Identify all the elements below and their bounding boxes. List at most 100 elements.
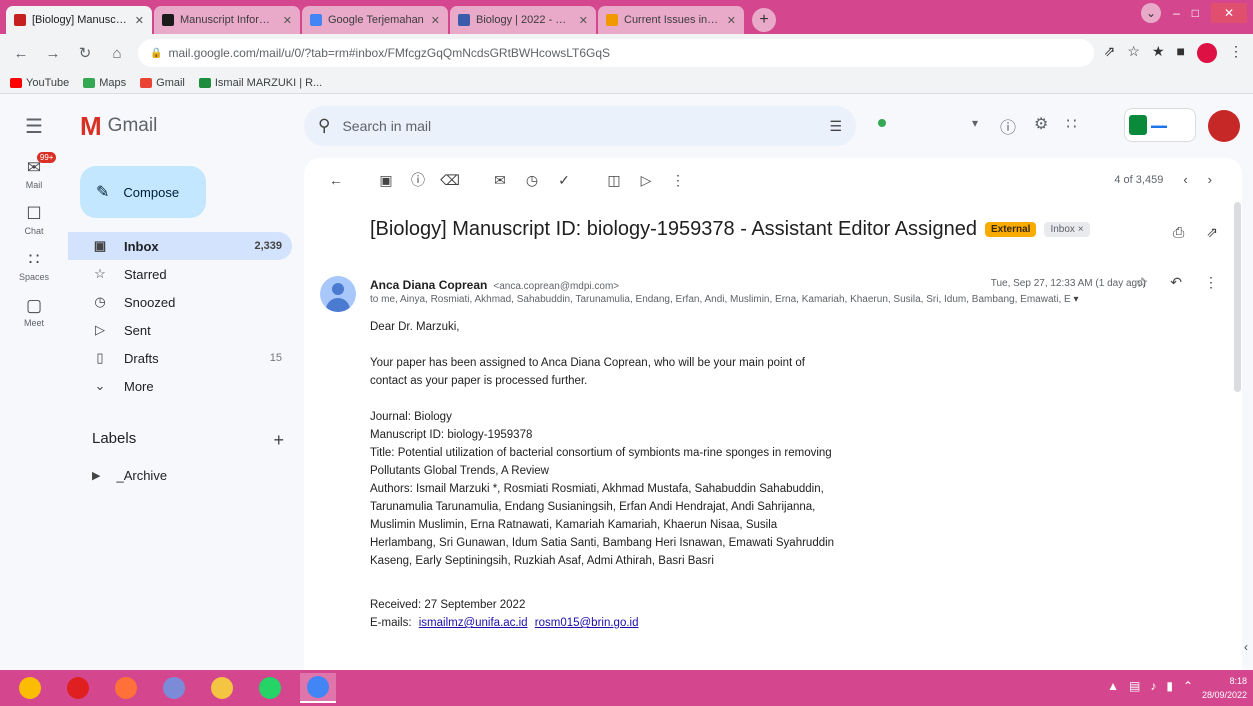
back-icon[interactable]: ← <box>10 45 32 62</box>
taskbar-app[interactable] <box>252 673 288 703</box>
tab-close-icon[interactable]: ✕ <box>283 14 292 27</box>
organization-badge[interactable]: ▬▬ <box>1124 108 1196 142</box>
taskbar-app[interactable] <box>12 673 48 703</box>
maximize-button[interactable]: □ <box>1192 6 1199 20</box>
browser-tab[interactable]: [Biology] Manuscript ID: biolo ✕ <box>6 6 152 34</box>
status-selector[interactable]: ▾ <box>878 116 978 130</box>
report-spam-icon[interactable]: ⓘ <box>402 170 434 190</box>
move-to-icon[interactable]: ◫ <box>598 172 630 189</box>
label-item-archive[interactable]: ▶ _Archive <box>92 468 167 483</box>
extensions-icon[interactable]: ★ <box>1152 43 1165 63</box>
message-more-icon[interactable]: ⋮ <box>1204 274 1218 291</box>
close-window-button[interactable]: ✕ <box>1211 3 1247 23</box>
open-new-window-icon[interactable]: ⇗ <box>1206 224 1218 241</box>
address-bar[interactable]: 🔒 mail.google.com/mail/u/0/?tab=rm#inbox… <box>138 39 1094 67</box>
snooze-icon[interactable]: ◷ <box>516 172 548 189</box>
sidebar: ✎ Compose ▣ Inbox 2,339 ☆ Starred ◷ Snoozed ▷ Se… <box>68 158 300 670</box>
tab-close-icon[interactable]: ✕ <box>431 14 440 27</box>
sidebar-item-drafts[interactable]: ▯ Drafts 15 <box>68 344 292 372</box>
recipients-line[interactable]: to me, Ainya, Rosmiati, Akhmad, Sahabudd… <box>370 294 1160 305</box>
rail-label: Mail <box>25 180 43 190</box>
delete-icon[interactable]: ⌫ <box>434 172 466 189</box>
bookmark-item[interactable]: YouTube <box>10 77 69 89</box>
browser-tab[interactable]: Manuscript Information Over ✕ <box>154 6 300 34</box>
create-label-button[interactable]: + <box>273 430 284 451</box>
browser-tab[interactable]: Biology | 2022 - Browse Issues ✕ <box>450 6 596 34</box>
main-menu-icon[interactable]: ☰ <box>10 114 58 139</box>
search-icon[interactable]: ⚲ <box>318 116 330 136</box>
bookmark-item[interactable]: Ismail MARZUKI | R... <box>198 77 322 89</box>
rail-item-spaces[interactable]: ∷ Spaces <box>0 250 68 282</box>
sender-avatar[interactable] <box>320 276 356 312</box>
warning-icon[interactable]: ▲ <box>1107 679 1119 693</box>
sidebar-item-starred[interactable]: ☆ Starred <box>68 260 292 288</box>
share-icon[interactable]: ⇗ <box>1104 43 1116 63</box>
help-icon[interactable]: ⓘ <box>1000 114 1016 138</box>
new-tab-button[interactable]: + <box>752 8 776 32</box>
sender-name[interactable]: Anca Diana Coprean <box>370 278 487 292</box>
bookmark-favicon-icon <box>10 77 22 88</box>
side-panel-toggle-icon[interactable]: ‹ <box>1244 640 1248 654</box>
browser-tab[interactable]: Google Terjemahan ✕ <box>302 6 448 34</box>
back-to-inbox-icon[interactable]: ← <box>320 172 352 188</box>
reply-icon[interactable]: ↶ <box>1170 274 1182 291</box>
show-details-icon[interactable]: ▾ <box>1074 294 1079 305</box>
email-link-1[interactable]: ismailmz@unifa.ac.id <box>419 617 528 629</box>
settings-gear-icon[interactable]: ⚙ <box>1034 114 1048 138</box>
newer-message-icon[interactable]: ‹ <box>1183 172 1187 187</box>
taskbar-app[interactable] <box>156 673 192 703</box>
battery-icon[interactable]: ▮ <box>1166 679 1173 693</box>
compose-button[interactable]: ✎ Compose <box>80 166 206 218</box>
scrollbar-thumb[interactable] <box>1234 202 1241 392</box>
apps-grid-icon[interactable]: ∷ <box>1066 114 1076 138</box>
sidebar-item-inbox[interactable]: ▣ Inbox 2,339 <box>68 232 292 260</box>
rail-item-meet[interactable]: ▢ Meet <box>0 296 68 328</box>
sidepanel-icon[interactable]: ■ <box>1177 43 1185 63</box>
sidebar-item-snoozed[interactable]: ◷ Snoozed <box>68 288 292 316</box>
sidebar-item-sent[interactable]: ▷ Sent <box>68 316 292 344</box>
browser-tab[interactable]: Current Issues in Molecular B ✕ <box>598 6 744 34</box>
bookmark-favicon-icon <box>83 77 96 88</box>
bookmark-star-icon[interactable]: ☆ <box>1127 43 1140 63</box>
tab-close-icon[interactable]: ✕ <box>727 14 736 27</box>
system-clock[interactable]: 8:18 28/09/2022 <box>1202 674 1247 702</box>
forward-icon[interactable]: → <box>42 45 64 62</box>
taskbar-app[interactable] <box>108 673 144 703</box>
gmail-logo[interactable]: M Gmail <box>80 111 280 142</box>
taskbar-app[interactable] <box>204 673 240 703</box>
browser-menu-icon[interactable]: ⋮ <box>1229 43 1243 63</box>
search-input[interactable]: Search in mail <box>342 118 817 134</box>
older-message-icon[interactable]: › <box>1208 172 1212 187</box>
tab-close-icon[interactable]: ✕ <box>135 14 144 27</box>
network-icon[interactable]: ▤ <box>1129 679 1140 693</box>
inbox-label-chip[interactable]: Inbox × <box>1044 222 1090 237</box>
reload-icon[interactable]: ↻ <box>74 44 96 62</box>
bookmark-item[interactable]: Maps <box>83 77 126 89</box>
label-icon[interactable]: ▷ <box>630 172 662 189</box>
bookmark-item[interactable]: Gmail <box>140 77 185 89</box>
tab-close-icon[interactable]: ✕ <box>579 14 588 27</box>
search-bar[interactable]: ⚲ Search in mail ☰ <box>304 106 856 146</box>
tray-overflow-icon[interactable]: ⌃ <box>1183 679 1193 693</box>
taskbar-app[interactable] <box>60 673 96 703</box>
browser-profile-avatar[interactable] <box>1197 43 1217 63</box>
search-options-icon[interactable]: ☰ <box>829 118 842 135</box>
journal-line: Journal: Biology <box>370 411 452 423</box>
account-avatar[interactable] <box>1208 110 1240 142</box>
home-icon[interactable]: ⌂ <box>106 45 128 62</box>
taskbar-app[interactable] <box>300 673 336 703</box>
more-actions-icon[interactable]: ⋮ <box>662 172 694 189</box>
mark-unread-icon[interactable]: ✉ <box>484 172 516 189</box>
volume-icon[interactable]: ♪ <box>1150 679 1156 693</box>
star-icon[interactable]: ☆ <box>1136 274 1149 291</box>
add-to-tasks-icon[interactable]: ✓ <box>548 172 580 189</box>
print-icon[interactable]: ⎙ <box>1173 224 1184 241</box>
archive-icon[interactable]: ▣ <box>370 172 402 189</box>
tab-search-icon[interactable]: ⌄ <box>1141 3 1162 23</box>
sidebar-item-more[interactable]: ⌄ More <box>68 372 292 400</box>
rail-item-chat[interactable]: ☐ Chat <box>0 204 68 236</box>
email-link-2[interactable]: rosm015@brin.go.id <box>535 617 639 629</box>
message-scrollbar[interactable] <box>1232 202 1242 670</box>
rail-item-mail[interactable]: ✉ 99+ Mail <box>0 152 68 190</box>
minimize-button[interactable]: – <box>1173 6 1180 20</box>
